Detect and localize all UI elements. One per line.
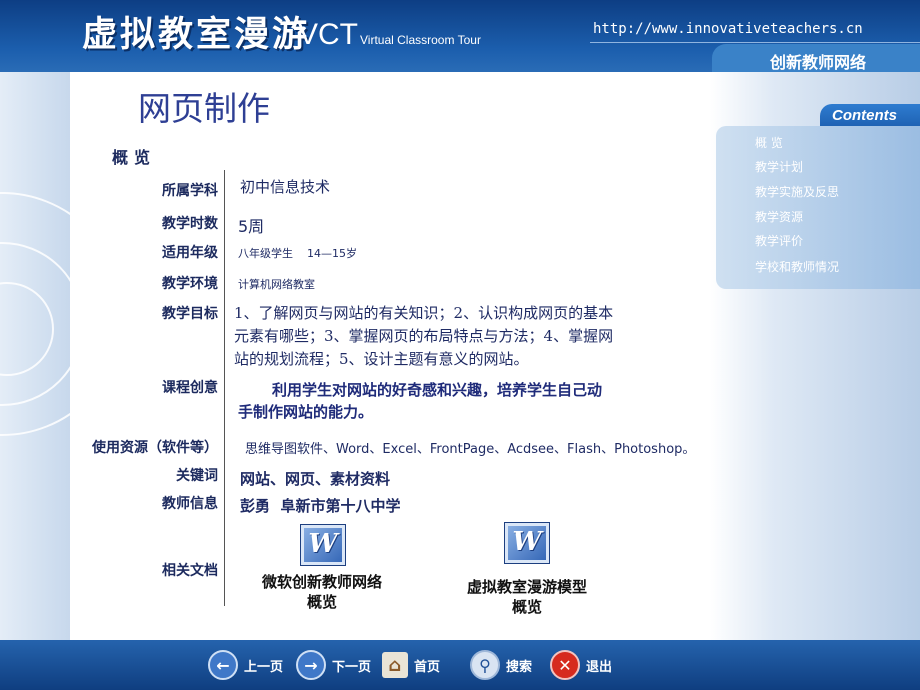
docs-label: 相关文档: [162, 563, 218, 579]
prev-page-label: 上一页: [244, 659, 284, 675]
search-button[interactable]: ⚲ 搜索: [470, 650, 533, 680]
grade-label: 适用年级: [162, 245, 218, 261]
site-title: 虚拟教室漫游: [82, 14, 311, 55]
home-label: 首页: [414, 659, 441, 675]
env-label: 教学环境: [162, 276, 218, 292]
brand-name: 创新教师网络: [770, 53, 867, 72]
hours-label: 教学时数: [162, 216, 218, 232]
site-subtitle: Virtual Classroom Tour: [360, 33, 481, 47]
idea-label: 课程创意: [162, 380, 218, 396]
env-value: 计算机网络教室: [238, 278, 315, 291]
next-page-button[interactable]: → 下一页: [296, 650, 372, 680]
nav-item-evaluation[interactable]: 教学评价: [755, 232, 803, 249]
magnifier-icon: ⚲: [470, 650, 500, 680]
word-glyph: W: [308, 529, 338, 559]
doc-link-innovative-teachers[interactable]: 微软创新教师网络 概览: [250, 572, 394, 612]
exit-label: 退出: [586, 659, 613, 675]
nav-item-implementation[interactable]: 教学实施及反思: [755, 183, 839, 200]
teacher-value: 彭勇 阜新市第十八中学: [240, 497, 401, 515]
subject-label: 所属学科: [162, 183, 218, 199]
subject-value: 初中信息技术: [240, 178, 331, 196]
arrow-right-icon: →: [296, 650, 326, 680]
goals-line: 元素有哪些；3、掌握网页的布局特点与方法；4、掌握网: [234, 327, 614, 345]
close-icon: ✕: [550, 650, 580, 680]
exit-button[interactable]: ✕ 退出: [550, 650, 613, 680]
goals-line: 1、了解网页与网站的有关知识；2、认识构成网页的基本: [234, 304, 614, 322]
word-glyph: W: [512, 527, 542, 557]
goals-value: 1、了解网页与网站的有关知识；2、认识构成网页的基本 元素有哪些；3、掌握网页的…: [234, 302, 613, 371]
idea-line: 利用学生对网站的好奇感和兴趣，培养学生自己动: [272, 381, 603, 399]
section-heading: 概览: [112, 148, 157, 167]
word-doc-icon[interactable]: W: [504, 522, 550, 564]
keywords-value: 网站、网页、素材资料: [240, 470, 391, 488]
nav-item-school-teacher[interactable]: 学校和教师情况: [755, 258, 839, 275]
home-icon: ⌂: [382, 652, 408, 678]
nav-item-resources[interactable]: 教学资源: [755, 208, 803, 225]
doc-link-vct-model[interactable]: 虚拟教室漫游模型 概览: [452, 577, 602, 617]
grade-value: 八年级学生 14—15岁: [238, 247, 357, 260]
keywords-label: 关键词: [176, 468, 218, 484]
contents-heading: Contents: [832, 107, 897, 124]
word-doc-icon[interactable]: W: [300, 524, 346, 566]
hours-value: 5周: [238, 217, 265, 236]
search-label: 搜索: [506, 659, 533, 675]
idea-line: 手制作网站的能力。: [238, 403, 374, 421]
label-divider: [224, 170, 225, 606]
goals-label: 教学目标: [162, 306, 218, 322]
teacher-label: 教师信息: [162, 496, 218, 512]
left-decoration: [0, 72, 70, 640]
nav-item-overview[interactable]: 概 览: [755, 134, 783, 151]
footer-bar: [0, 640, 920, 690]
header-divider: [590, 42, 920, 43]
arrow-left-icon: ←: [208, 650, 238, 680]
site-url[interactable]: http://www.innovativeteachers.cn: [593, 21, 863, 37]
goals-line: 站的规划流程；5、设计主题有意义的网站。: [234, 350, 529, 368]
next-page-label: 下一页: [332, 659, 372, 675]
resources-label: 使用资源（软件等）: [92, 440, 218, 456]
idea-value: 利用学生对网站的好奇感和兴趣，培养学生自己动 手制作网站的能力。: [238, 379, 602, 423]
page-title: 网页制作: [138, 89, 270, 128]
prev-page-button[interactable]: ← 上一页: [208, 650, 284, 680]
nav-item-plan[interactable]: 教学计划: [755, 158, 803, 175]
vct-logo-text: VCT: [298, 18, 358, 51]
resources-value: 思维导图软件、Word、Excel、FrontPage、Acdsee、Flash…: [245, 442, 696, 457]
home-button[interactable]: ⌂ 首页: [382, 652, 440, 678]
